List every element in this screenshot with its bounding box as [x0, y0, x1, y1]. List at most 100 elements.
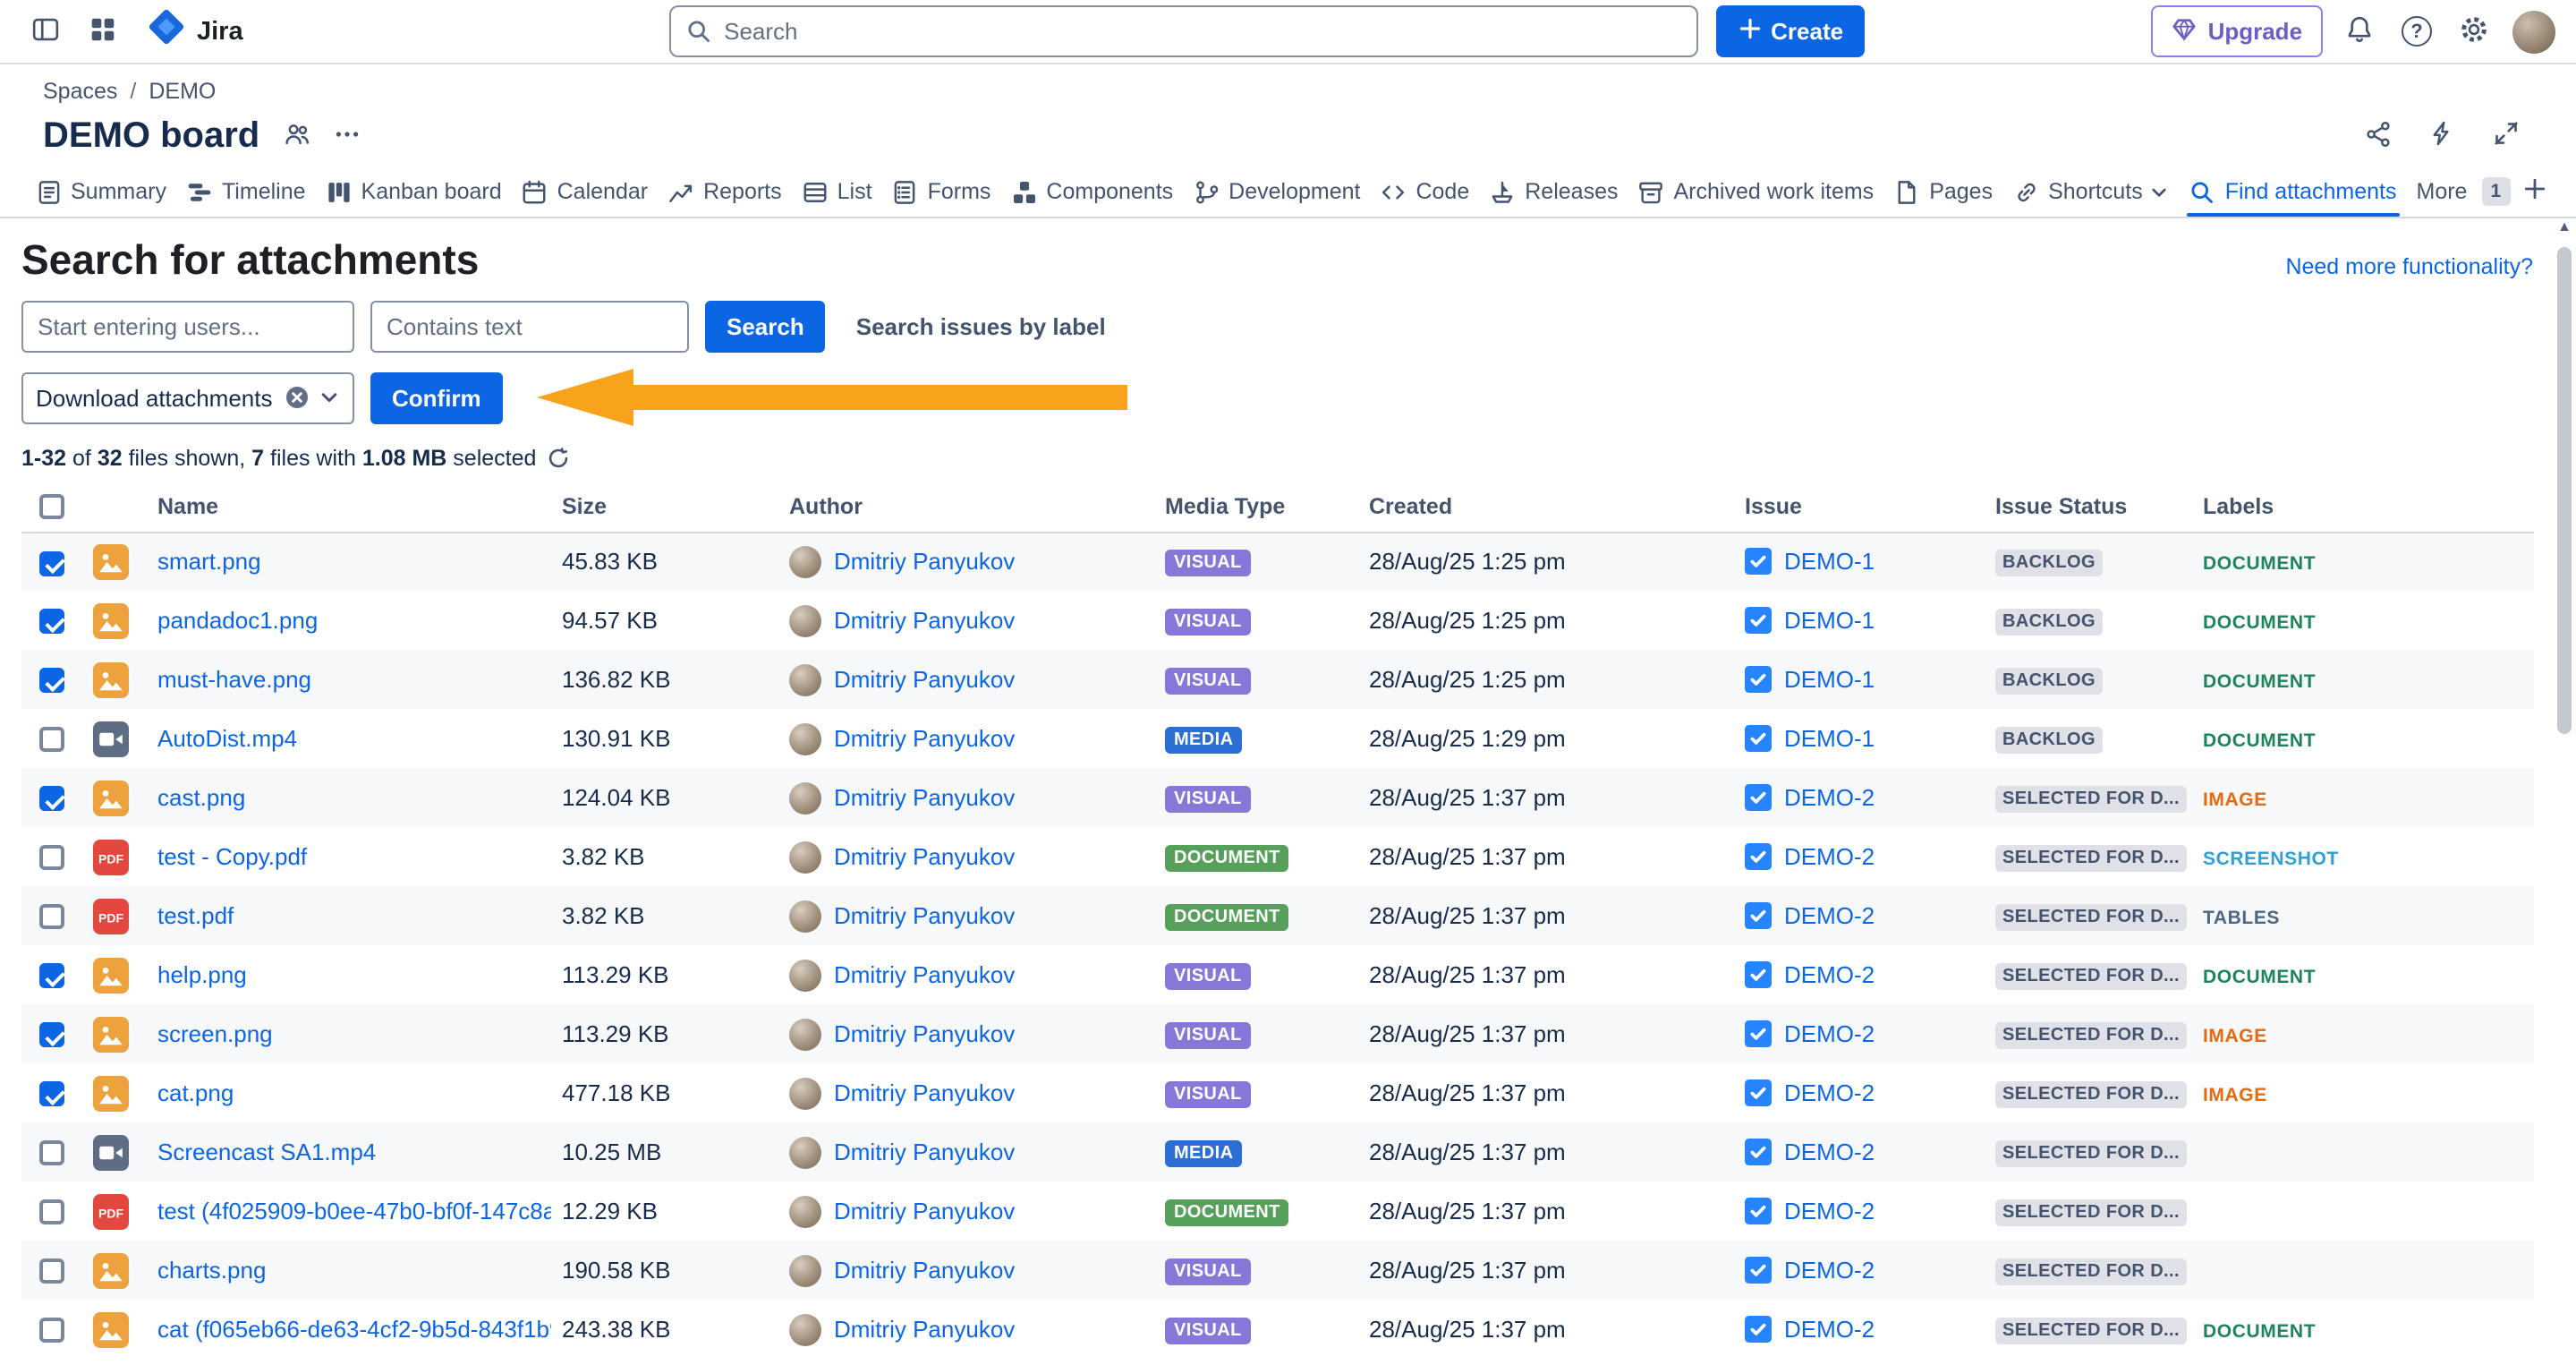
- issue-link[interactable]: DEMO-2: [1784, 1198, 1875, 1224]
- issue-link[interactable]: DEMO-1: [1784, 549, 1875, 576]
- scrollbar-thumb[interactable]: [2557, 247, 2572, 734]
- row-checkbox[interactable]: [39, 964, 64, 989]
- author-link[interactable]: Dmitriy Panyukov: [834, 1316, 1015, 1343]
- file-name-link[interactable]: screen.png: [157, 1020, 273, 1047]
- tab-forms[interactable]: Forms: [882, 166, 1001, 217]
- tab-shortcuts[interactable]: Shortcuts: [2002, 166, 2180, 217]
- app-switcher-button[interactable]: [75, 4, 129, 58]
- row-checkbox[interactable]: [39, 669, 64, 694]
- jira-logo[interactable]: Jira: [132, 7, 258, 55]
- breadcrumb-spaces[interactable]: Spaces: [43, 79, 117, 104]
- fullscreen-button[interactable]: [2479, 109, 2533, 163]
- author-link[interactable]: Dmitriy Panyukov: [834, 902, 1015, 929]
- tab-more[interactable]: More1: [2407, 166, 2521, 217]
- file-name-link[interactable]: Screencast SA1.mp4: [157, 1139, 376, 1165]
- refresh-icon[interactable]: [547, 448, 568, 469]
- issue-link[interactable]: DEMO-1: [1784, 725, 1875, 752]
- tab-calendar[interactable]: Calendar: [512, 166, 658, 217]
- file-name-link[interactable]: AutoDist.mp4: [157, 725, 297, 752]
- issue-link[interactable]: DEMO-2: [1784, 961, 1875, 988]
- issue-link[interactable]: DEMO-2: [1784, 1139, 1875, 1165]
- search-button[interactable]: Search: [705, 301, 826, 353]
- row-checkbox[interactable]: [39, 728, 64, 753]
- issue-link[interactable]: DEMO-2: [1784, 1257, 1875, 1284]
- author-link[interactable]: Dmitriy Panyukov: [834, 1020, 1015, 1047]
- issue-link[interactable]: DEMO-1: [1784, 607, 1875, 634]
- file-name-link[interactable]: cast.png: [157, 784, 245, 811]
- action-select[interactable]: Download attachments: [21, 371, 354, 423]
- row-checkbox[interactable]: [39, 787, 64, 812]
- row-checkbox[interactable]: [39, 550, 64, 576]
- automation-button[interactable]: [2415, 109, 2469, 163]
- tab-summary[interactable]: Summary: [25, 166, 176, 217]
- tab-kanban-board[interactable]: Kanban board: [316, 166, 512, 217]
- author-link[interactable]: Dmitriy Panyukov: [834, 607, 1015, 634]
- row-checkbox[interactable]: [39, 846, 64, 871]
- settings-button[interactable]: [2447, 4, 2501, 58]
- row-checkbox[interactable]: [39, 610, 64, 635]
- sidebar-toggle-button[interactable]: [18, 4, 72, 58]
- row-checkbox[interactable]: [39, 1141, 64, 1166]
- file-name-link[interactable]: cat (f065eb66-de63-4cf2-9b5d-843f1b9e06.…: [157, 1316, 551, 1343]
- file-name-link[interactable]: test - Copy.pdf: [157, 843, 307, 870]
- issue-link[interactable]: DEMO-1: [1784, 666, 1875, 693]
- user-avatar[interactable]: [2512, 10, 2555, 53]
- contains-text-input[interactable]: [370, 301, 689, 353]
- issue-link[interactable]: DEMO-2: [1784, 784, 1875, 811]
- tab-releases[interactable]: Releases: [1479, 166, 1628, 217]
- author-link[interactable]: Dmitriy Panyukov: [834, 961, 1015, 988]
- author-link[interactable]: Dmitriy Panyukov: [834, 1139, 1015, 1165]
- author-link[interactable]: Dmitriy Panyukov: [834, 1079, 1015, 1106]
- author-link[interactable]: Dmitriy Panyukov: [834, 1198, 1015, 1224]
- issue-link[interactable]: DEMO-2: [1784, 1079, 1875, 1106]
- file-name-link[interactable]: test.pdf: [157, 902, 234, 929]
- row-checkbox[interactable]: [39, 905, 64, 930]
- tab-development[interactable]: Development: [1183, 166, 1370, 217]
- create-button[interactable]: Create: [1715, 5, 1865, 57]
- share-button[interactable]: [2351, 109, 2404, 163]
- scrollbar[interactable]: ▲: [2555, 218, 2574, 1365]
- help-button[interactable]: ?: [2390, 4, 2444, 58]
- select-all-checkbox[interactable]: [39, 494, 64, 519]
- author-link[interactable]: Dmitriy Panyukov: [834, 666, 1015, 693]
- row-checkbox[interactable]: [39, 1082, 64, 1107]
- tab-timeline[interactable]: Timeline: [176, 166, 316, 217]
- scroll-up-arrow[interactable]: ▲: [2557, 218, 2572, 240]
- tab-archived-work-items[interactable]: Archived work items: [1628, 166, 1884, 217]
- board-more-button[interactable]: [324, 113, 370, 159]
- author-link[interactable]: Dmitriy Panyukov: [834, 843, 1015, 870]
- clear-icon[interactable]: [285, 385, 310, 410]
- need-more-functionality-link[interactable]: Need more functionality?: [2285, 254, 2533, 279]
- notifications-button[interactable]: [2333, 4, 2386, 58]
- tab-list[interactable]: List: [792, 166, 882, 217]
- row-checkbox[interactable]: [39, 1200, 64, 1225]
- file-name-link[interactable]: help.png: [157, 961, 247, 988]
- author-link[interactable]: Dmitriy Panyukov: [834, 784, 1015, 811]
- issue-link[interactable]: DEMO-2: [1784, 1020, 1875, 1047]
- users-filter-input[interactable]: [21, 301, 354, 353]
- author-link[interactable]: Dmitriy Panyukov: [834, 1257, 1015, 1284]
- file-name-link[interactable]: must-have.png: [157, 666, 311, 693]
- row-checkbox[interactable]: [39, 1318, 64, 1344]
- tab-find-attachments[interactable]: Find attachments: [2180, 166, 2407, 217]
- search-input[interactable]: [668, 5, 1697, 57]
- row-checkbox[interactable]: [39, 1259, 64, 1284]
- confirm-button[interactable]: Confirm: [370, 371, 503, 423]
- issue-link[interactable]: DEMO-2: [1784, 843, 1875, 870]
- board-members-button[interactable]: [274, 113, 320, 159]
- search-issues-by-label-button[interactable]: Search issues by label: [842, 301, 1120, 353]
- add-tab-button[interactable]: [2520, 168, 2551, 215]
- file-name-link[interactable]: charts.png: [157, 1257, 266, 1284]
- file-name-link[interactable]: pandadoc1.png: [157, 607, 318, 634]
- tab-components[interactable]: Components: [1000, 166, 1183, 217]
- author-link[interactable]: Dmitriy Panyukov: [834, 549, 1015, 576]
- tab-code[interactable]: Code: [1370, 166, 1479, 217]
- issue-link[interactable]: DEMO-2: [1784, 902, 1875, 929]
- issue-link[interactable]: DEMO-2: [1784, 1316, 1875, 1343]
- file-name-link[interactable]: test (4f025909-b0ee-47b0-bf0f-147c8afdea…: [157, 1198, 551, 1224]
- tab-reports[interactable]: Reports: [658, 166, 792, 217]
- tab-pages[interactable]: Pages: [1883, 166, 2002, 217]
- upgrade-button[interactable]: Upgrade: [2151, 5, 2322, 57]
- author-link[interactable]: Dmitriy Panyukov: [834, 725, 1015, 752]
- file-name-link[interactable]: smart.png: [157, 549, 261, 576]
